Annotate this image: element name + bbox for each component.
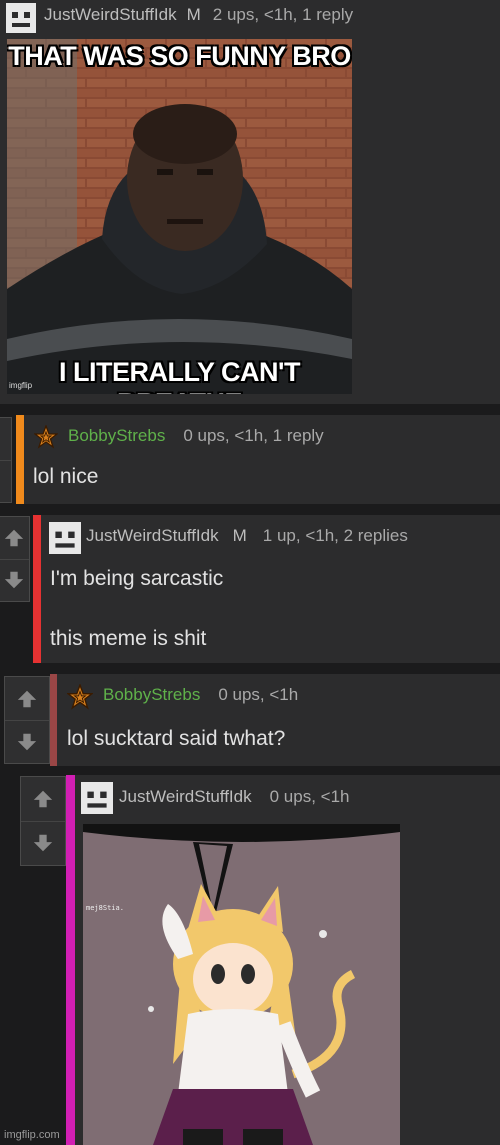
mod-badge: M: [186, 5, 201, 24]
upvote-button[interactable]: [0, 517, 29, 560]
comment-stats: 0 ups, <1h: [218, 685, 299, 704]
imgflip-watermark: imgflip.com: [4, 1129, 60, 1141]
arrow-down-icon: [17, 733, 37, 750]
vote-box: [0, 417, 12, 503]
comment-body: lol nice: [33, 465, 99, 488]
image-artist-caption: mej8Stia.: [86, 904, 124, 912]
robot-face-icon[interactable]: [49, 522, 81, 554]
vote-box: [0, 516, 30, 602]
vote-box: [20, 776, 66, 866]
arrow-up-icon: [17, 690, 37, 707]
meme-image[interactable]: THAT WAS SO FUNNY BRO I LITERALLY CAN'T …: [7, 39, 352, 394]
comment-meta: JustWeirdStuffIdk M 1 up, <1h, 2 replies: [86, 526, 408, 546]
username-link[interactable]: JustWeirdStuffIdk: [119, 787, 252, 806]
mod-badge: M: [232, 526, 247, 545]
username-link[interactable]: BobbyStrebs: [68, 426, 165, 445]
downvote-button[interactable]: [0, 559, 29, 601]
username-link[interactable]: JustWeirdStuffIdk: [86, 526, 219, 545]
meme-bottom-text: I LITERALLY CAN'T BREATHE: [59, 357, 300, 394]
star-icon[interactable]: [67, 684, 93, 710]
arrow-down-icon: [33, 834, 53, 852]
upvote-button[interactable]: [5, 677, 49, 721]
robot-face-icon[interactable]: [81, 782, 113, 814]
comment-meta: JustWeirdStuffIdk 0 ups, <1h: [119, 787, 349, 807]
cartoon-cat-girl-image: [83, 824, 400, 1145]
comment-1: JustWeirdStuffIdk M 2 ups, <1h, 1 reply: [0, 0, 500, 404]
comment-3: JustWeirdStuffIdk M 1 up, <1h, 2 replies I…: [33, 515, 500, 663]
username-link[interactable]: BobbyStrebs: [103, 685, 200, 704]
meme-photo: [7, 39, 352, 394]
downvote-button[interactable]: [0, 460, 11, 502]
username-link[interactable]: JustWeirdStuffIdk: [44, 5, 177, 24]
comment-meta: JustWeirdStuffIdk M 2 ups, <1h, 1 reply: [44, 5, 353, 25]
comment-4: BobbyStrebs 0 ups, <1h lol sucktard said …: [50, 674, 500, 766]
robot-face-icon[interactable]: [6, 3, 36, 33]
meme-top-text: THAT WAS SO FUNNY BRO: [8, 41, 351, 71]
downvote-button[interactable]: [5, 720, 49, 763]
upvote-button[interactable]: [21, 777, 65, 822]
arrow-up-icon: [4, 529, 23, 547]
comment-body: lol sucktard said twhat?: [67, 727, 286, 750]
comment-5: JustWeirdStuffIdk 0 ups, <1h mej8Stia.: [66, 775, 500, 1145]
comment-stats: 1 up, <1h, 2 replies: [262, 526, 408, 545]
comment-meta: BobbyStrebs 0 ups, <1h, 1 reply: [68, 426, 324, 446]
arrow-down-icon: [4, 571, 23, 589]
comment-2: BobbyStrebs 0 ups, <1h, 1 reply lol nice: [16, 415, 500, 504]
comment-body-line-1: I'm being sarcastic: [50, 567, 224, 590]
comment-stats: 0 ups, <1h: [269, 787, 350, 806]
vote-box: [4, 676, 50, 764]
reply-thread-bar: [66, 775, 75, 1145]
comment-image[interactable]: mej8Stia.: [83, 824, 400, 1145]
comment-stats: 0 ups, <1h, 1 reply: [183, 426, 324, 445]
star-icon[interactable]: [34, 425, 58, 449]
reply-thread-bar: [50, 674, 57, 766]
meme-watermark: imgflip: [9, 381, 33, 390]
reply-thread-bar: [16, 415, 24, 504]
reply-thread-bar: [33, 515, 41, 663]
comment-meta: BobbyStrebs 0 ups, <1h: [103, 685, 298, 705]
arrow-up-icon: [33, 790, 53, 808]
comment-body-line-2: this meme is shit: [50, 627, 207, 650]
upvote-button[interactable]: [0, 418, 11, 461]
comment-stats: 2 ups, <1h, 1 reply: [212, 5, 354, 24]
downvote-button[interactable]: [21, 821, 65, 865]
